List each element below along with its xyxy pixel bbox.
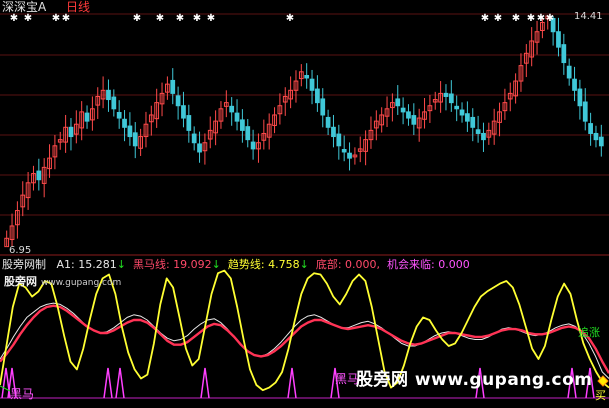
watermark-small-url: www.gupang.com	[41, 278, 122, 288]
candle-body	[106, 89, 111, 101]
candle-body	[127, 125, 133, 138]
heima-value: 19.092	[173, 258, 212, 271]
candle-body	[325, 116, 331, 128]
candle-body	[309, 78, 315, 91]
candle-body	[556, 31, 561, 48]
diamond-marker-icon: ✱	[10, 13, 18, 24]
stock-chart-window: { "header": { "title": "深深宝A", "period":…	[0, 0, 609, 408]
candle-body	[245, 126, 251, 141]
candle-body	[122, 118, 127, 128]
candle-body	[170, 79, 176, 94]
a1-down-arrow-icon: ↓	[116, 258, 126, 271]
candle-body	[116, 112, 122, 119]
price-high-label: 14.41	[574, 11, 603, 22]
diamond-marker-icon: ✱	[494, 13, 502, 24]
candle-body	[572, 78, 577, 91]
candle-body	[229, 105, 235, 113]
stock-title: 深深宝A	[2, 0, 47, 14]
diamond-marker-icon: ✱	[527, 13, 535, 24]
candle-body	[347, 152, 352, 159]
diamond-marker-icon: ✱	[62, 13, 70, 24]
watermark-small: 股旁网 www.gupang.com	[4, 276, 121, 289]
bottom-spike	[287, 367, 297, 399]
candle-body	[234, 112, 240, 122]
candle-body	[454, 105, 460, 110]
a1-value: 15.281	[78, 258, 117, 271]
indicator-bar: 股旁网制 A1: 15.281↓ 黑马线: 19.092↓ 趋势线: 4.758…	[2, 259, 470, 271]
candle-body	[331, 126, 336, 138]
candle-body	[593, 132, 599, 141]
bottom-spike	[200, 367, 210, 399]
candle-body	[84, 112, 90, 122]
candle-body	[36, 170, 42, 181]
diamond-marker-icon: ✱	[193, 13, 201, 24]
candle-body	[186, 115, 192, 131]
candle-body	[582, 101, 588, 122]
candle-body	[197, 143, 202, 153]
candle-body	[475, 129, 481, 134]
bottom-value: 0.000,	[345, 258, 381, 271]
candle-body	[250, 141, 256, 150]
zhuizhang-label: 追涨	[578, 326, 600, 339]
candle-body	[341, 148, 347, 153]
diamond-marker-icon: ✱	[52, 13, 60, 24]
period-label[interactable]: 日线	[66, 1, 90, 13]
buy-label: 买	[595, 389, 606, 402]
candle-body	[465, 113, 470, 122]
candle-body	[111, 96, 117, 110]
diamond-marker-icon: ✱	[207, 13, 215, 24]
diamond-marker-icon: ✱	[481, 13, 489, 24]
candle-body	[443, 92, 449, 97]
bottom-spike	[115, 367, 125, 399]
indicator-name[interactable]: 股旁网制	[2, 258, 46, 271]
diamond-marker-icon: ✱	[176, 13, 184, 24]
diamond-marker-icon: ✱	[24, 13, 32, 24]
candle-body	[132, 132, 138, 147]
candle-body	[406, 111, 411, 119]
diamond-marker-icon: ✱	[286, 13, 294, 24]
diamond-marker-icon: ✱	[512, 13, 520, 24]
trend-down-arrow-icon: ↓	[299, 258, 309, 271]
chance-label: 机会来临:	[387, 258, 435, 271]
candle-body	[561, 44, 567, 64]
candle-body	[320, 98, 326, 116]
candle-body	[304, 75, 310, 79]
price-low-label: 6.95	[9, 245, 32, 256]
candle-body	[411, 115, 417, 125]
candle-body	[481, 132, 486, 141]
candle-body	[448, 93, 454, 104]
trend-label: 趋势线:	[227, 258, 265, 271]
a1-label: A1:	[56, 258, 75, 271]
candle-body	[191, 133, 197, 144]
candle-body	[175, 95, 181, 107]
diamond-marker-icon: ✱	[546, 13, 554, 24]
candle-body	[395, 98, 401, 107]
heima-left-label: 黑马	[10, 387, 35, 401]
watermark-small-name: 股旁网	[4, 275, 37, 288]
candle-body	[240, 119, 245, 131]
candle-body	[181, 105, 186, 119]
candle-body	[459, 109, 465, 116]
candle-body	[68, 126, 74, 138]
candle-body	[588, 123, 593, 134]
chance-value: 0.000	[438, 258, 470, 271]
heima-down-arrow-icon: ↓	[211, 258, 221, 271]
diamond-marker-icon: ✱	[133, 13, 141, 24]
candle-body	[400, 107, 406, 113]
candle-body	[577, 88, 583, 107]
diamond-marker-icon: ✱	[537, 13, 545, 24]
chart-canvas: ✱ ✱ ✱ ✱ ✱ ✱ ✱ ✱ ✱ ✱ ✱ ✱ ✱ ✱ ✱ ✱	[0, 13, 609, 399]
diamond-marker-icon: ✱	[156, 13, 164, 24]
candle-body	[598, 136, 604, 147]
candle-body	[470, 116, 476, 128]
candle-body	[336, 133, 342, 147]
watermark-big: 股旁网 www.gupang.com	[356, 370, 593, 390]
candle-body	[566, 65, 572, 79]
trend-value: 4.758	[268, 258, 300, 271]
bottom-label: 底部:	[315, 258, 342, 271]
heima-label: 黑马线:	[132, 258, 170, 271]
candle-body	[315, 88, 320, 104]
bottom-spike	[103, 367, 113, 399]
